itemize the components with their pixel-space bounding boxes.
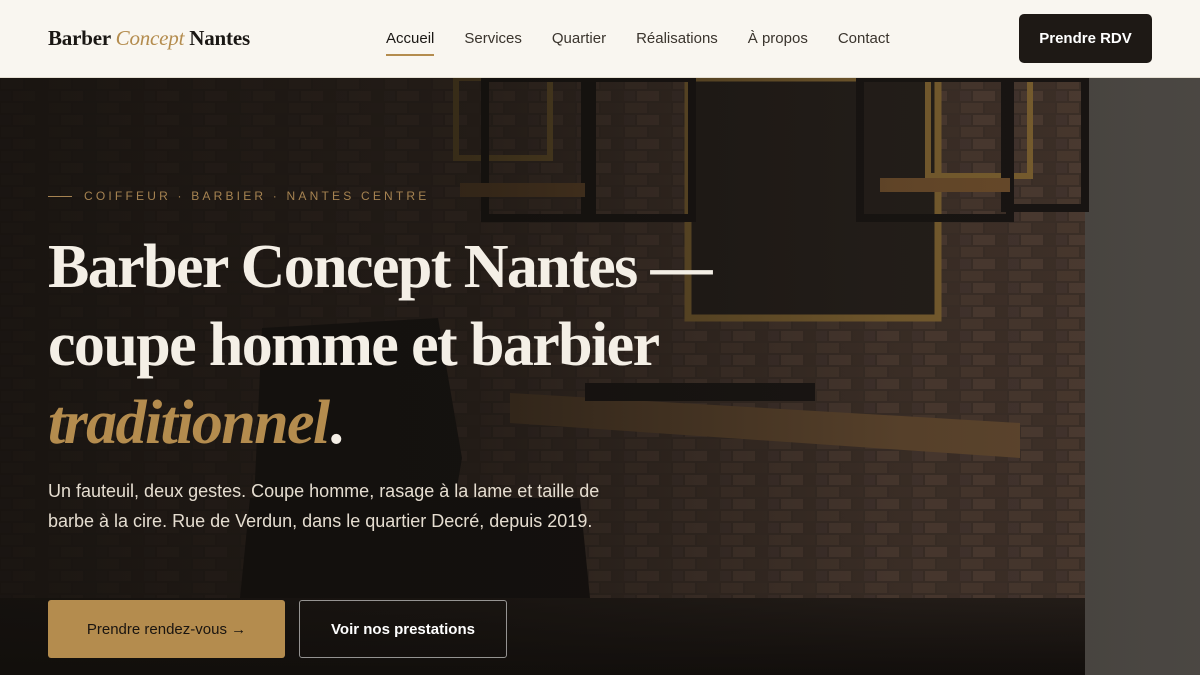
logo-word-2: Concept — [115, 26, 185, 50]
nav-quartier[interactable]: Quartier — [552, 30, 606, 47]
view-services-button[interactable]: Voir nos prestations — [299, 600, 507, 658]
nav-contact[interactable]: Contact — [838, 30, 890, 47]
nav-a-propos[interactable]: À propos — [748, 30, 808, 47]
logo-word-3: Nantes — [189, 26, 250, 50]
eyebrow-text: COIFFEUR · BARBIER · NANTES CENTRE — [84, 189, 430, 203]
hero-section: COIFFEUR · BARBIER · NANTES CENTRE Barbe… — [0, 78, 1200, 675]
site-header: Barber Concept Nantes Accueil Services Q… — [0, 0, 1200, 78]
headline-line-2: coupe homme et barbier — [48, 311, 660, 379]
book-appointment-button[interactable]: Prendre rendez-vous → — [48, 600, 285, 658]
main-nav: Accueil Services Quartier Réalisations À… — [386, 30, 890, 56]
eyebrow-rule — [48, 195, 72, 197]
hero-eyebrow: COIFFEUR · BARBIER · NANTES CENTRE — [48, 189, 429, 203]
logo-word-1: Barber — [48, 26, 111, 50]
hero-headline: Barber Concept Nantes — coupe homme et b… — [48, 228, 768, 462]
hero-description: Un fauteuil, deux gestes. Coupe homme, r… — [48, 481, 600, 531]
headline-period: . — [328, 389, 344, 457]
headline-line-3: traditionnel. — [48, 384, 768, 462]
nav-services[interactable]: Services — [464, 30, 522, 47]
site-logo[interactable]: Barber Concept Nantes — [48, 26, 250, 51]
header-booking-button[interactable]: Prendre RDV — [1019, 14, 1152, 63]
headline-line-1: Barber Concept Nantes — — [48, 233, 713, 301]
nav-realisations[interactable]: Réalisations — [636, 30, 718, 47]
headline-accent-word: traditionnel — [48, 389, 330, 457]
nav-accueil[interactable]: Accueil — [386, 30, 435, 56]
